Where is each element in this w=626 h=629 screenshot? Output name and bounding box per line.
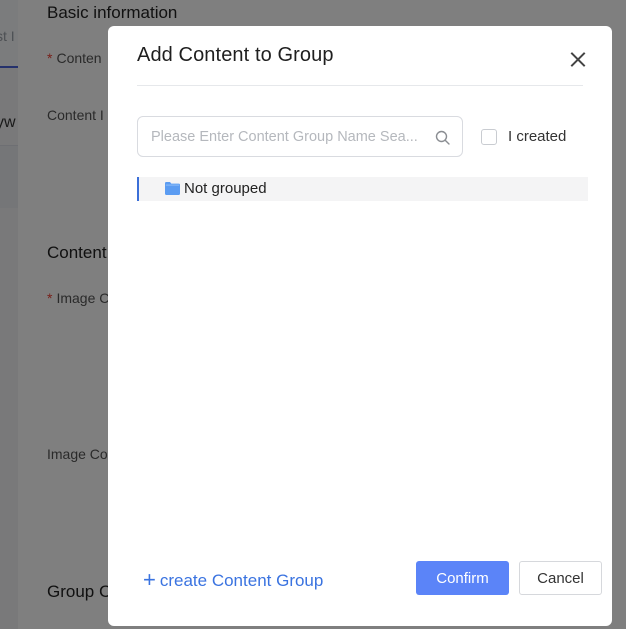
i-created-label[interactable]: I created [508,128,566,145]
cancel-button[interactable]: Cancel [519,561,602,595]
create-content-group-link[interactable]: + create Content Group [143,566,323,592]
confirm-button[interactable]: Confirm [416,561,509,595]
tree-item-not-grouped[interactable]: Not grouped [137,177,588,201]
folder-icon [165,182,180,195]
modal-title: Add Content to Group [137,44,334,66]
i-created-checkbox[interactable] [481,129,497,145]
group-tree: Not grouped [137,177,588,201]
tree-item-label: Not grouped [184,180,267,197]
plus-icon: + [143,567,156,592]
close-icon[interactable] [566,47,590,71]
title-divider [137,85,583,86]
create-content-group-label: create Content Group [159,571,324,590]
add-content-to-group-modal: Add Content to Group I created Not group… [108,26,612,626]
search-box[interactable] [137,116,463,157]
search-icon[interactable] [435,130,451,146]
search-input[interactable] [151,126,431,148]
